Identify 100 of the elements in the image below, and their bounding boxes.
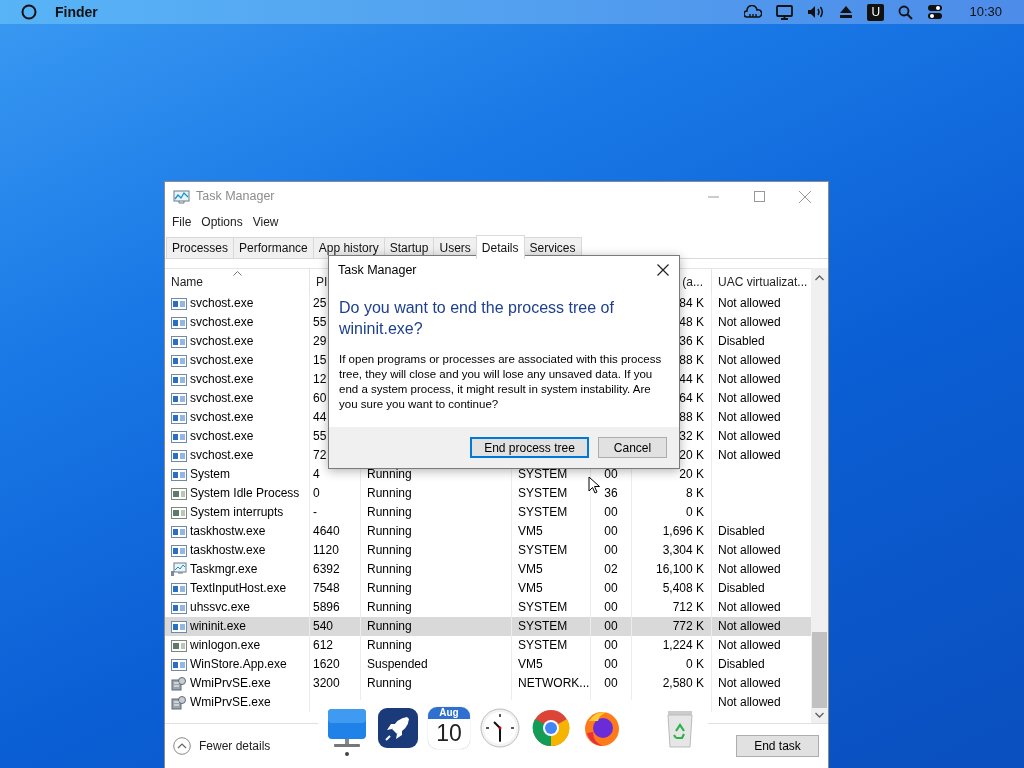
table-cell-text: Not allowed bbox=[717, 428, 782, 445]
process-name: svchost.exe bbox=[189, 447, 254, 464]
table-cell-text: 00 bbox=[603, 599, 619, 616]
table-cell-text: Not allowed bbox=[717, 295, 782, 312]
table-cell-text: 15 bbox=[312, 352, 328, 369]
process-name: svchost.exe bbox=[189, 409, 254, 426]
table-cell-text: SYSTEM bbox=[517, 504, 569, 521]
table-cell-text: 29 bbox=[312, 333, 328, 350]
table-cell-text: SYSTEM bbox=[517, 542, 569, 559]
table-cell-text: Not allowed bbox=[717, 675, 782, 692]
table-cell-text: 1,696 K bbox=[661, 523, 705, 540]
table-cell-text: - bbox=[312, 504, 318, 521]
process-name: System Idle Process bbox=[189, 485, 300, 502]
table-cell-text: Not allowed bbox=[717, 390, 782, 407]
table-cell-text: Not allowed bbox=[717, 371, 782, 388]
table-cell-text: Suspended bbox=[366, 656, 429, 673]
table-cell-text: 4640 bbox=[312, 523, 341, 540]
table-cell-text: Not allowed bbox=[717, 314, 782, 331]
table-cell-text: Disabled bbox=[717, 523, 766, 540]
process-name: System bbox=[189, 466, 230, 483]
table-cell-text: Running bbox=[366, 466, 413, 483]
table-cell-text: 00 bbox=[603, 675, 619, 692]
table-cell-text: 72 bbox=[312, 447, 328, 464]
table-cell-text: Running bbox=[366, 561, 413, 578]
table-cell-text: 12 bbox=[312, 371, 328, 388]
table-cell-text: 60 bbox=[312, 390, 328, 407]
table-cell-text: VM5 bbox=[517, 580, 544, 597]
process-name: WmiPrvSE.exe bbox=[189, 694, 271, 711]
table-cell-text: 44 K bbox=[678, 371, 705, 388]
process-name: uhssvc.exe bbox=[189, 599, 251, 616]
table-cell-text: Not allowed bbox=[717, 409, 782, 426]
table-cell-text: Running bbox=[366, 485, 413, 502]
table-cell-text: 00 bbox=[603, 523, 619, 540]
table-cell-text: Disabled bbox=[717, 333, 766, 350]
table-cell-text: 4 bbox=[312, 466, 321, 483]
table-cell-text: SYSTEM bbox=[517, 485, 569, 502]
table-cell-text: Not allowed bbox=[717, 542, 782, 559]
table-cell-text: 20 K bbox=[678, 447, 705, 464]
table-cell-text: 0 bbox=[312, 485, 321, 502]
process-name: TextInputHost.exe bbox=[189, 580, 287, 597]
table-cell-text: 25 bbox=[312, 295, 328, 312]
table-cell-text: 00 bbox=[603, 637, 619, 654]
table-cell-text: 32 K bbox=[678, 428, 705, 445]
table-cell-text: 88 K bbox=[678, 352, 705, 369]
table-cell-text: NETWORK... bbox=[517, 675, 590, 692]
table-cell-text: Running bbox=[366, 675, 413, 692]
table-cell-text: 64 K bbox=[678, 390, 705, 407]
table-cell-text: Running bbox=[366, 523, 413, 540]
table-cell-text: Disabled bbox=[717, 656, 766, 673]
table-cell-text: Running bbox=[366, 637, 413, 654]
table-cell-text: 00 bbox=[603, 580, 619, 597]
table-cell-text: Running bbox=[366, 504, 413, 521]
table-cell-text: 00 bbox=[603, 504, 619, 521]
table-cell-text: SYSTEM bbox=[517, 599, 569, 616]
process-name: System interrupts bbox=[189, 504, 284, 521]
process-name: svchost.exe bbox=[189, 333, 254, 350]
table-cell-text: 1,224 K bbox=[661, 637, 705, 654]
process-name: WmiPrvSE.exe bbox=[189, 675, 271, 692]
table-cell-text: Not allowed bbox=[717, 618, 782, 635]
table-cell-text: 02 bbox=[603, 561, 619, 578]
table-cell-text: 1620 bbox=[312, 656, 341, 673]
process-name: wininit.exe bbox=[189, 618, 247, 635]
table-cell-text: Disabled bbox=[717, 580, 766, 597]
table-cell-text: Running bbox=[366, 599, 413, 616]
table-cell-text: 84 K bbox=[678, 295, 705, 312]
table-cell-text: 44 bbox=[312, 409, 328, 426]
table-cell-text: 6392 bbox=[312, 561, 341, 578]
table-cell-text: 5896 bbox=[312, 599, 341, 616]
table-cell-text: Running bbox=[366, 542, 413, 559]
table-cell-text: Not allowed bbox=[717, 561, 782, 578]
table-cell-text: Not allowed bbox=[717, 447, 782, 464]
table-cell-text: 612 bbox=[312, 637, 335, 654]
process-name: svchost.exe bbox=[189, 390, 254, 407]
dialog-title: Task Manager bbox=[338, 261, 417, 279]
table-cell-text: 00 bbox=[603, 542, 619, 559]
calendar-month: Aug bbox=[428, 707, 470, 719]
table-cell-text: SYSTEM bbox=[517, 637, 569, 654]
table-cell-text: 48 K bbox=[678, 314, 705, 331]
table-cell-text: 16,100 K bbox=[654, 561, 705, 578]
process-name: Taskmgr.exe bbox=[189, 561, 258, 578]
process-name: svchost.exe bbox=[189, 295, 254, 312]
table-cell-text: 5,408 K bbox=[661, 580, 705, 597]
table-cell-text: VM5 bbox=[517, 656, 544, 673]
table-cell-text: VM5 bbox=[517, 561, 544, 578]
table-cell-text: 00 bbox=[603, 466, 619, 483]
table-cell-text: 20 K bbox=[678, 466, 705, 483]
table-cell-text: 3200 bbox=[312, 675, 341, 692]
table-cell-text: 712 K bbox=[671, 599, 705, 616]
process-name: WinStore.App.exe bbox=[189, 656, 287, 673]
process-name: svchost.exe bbox=[189, 371, 254, 388]
menubar-clock: 10:30 bbox=[969, 3, 1002, 22]
table-cell-text: Not allowed bbox=[717, 694, 782, 711]
table-cell-text: 1120 bbox=[312, 542, 340, 559]
table-cell-text: Running bbox=[366, 618, 413, 635]
table-cell-text: 55 bbox=[312, 314, 328, 331]
table-cell-text: 2,580 K bbox=[661, 675, 705, 692]
process-name: taskhostw.exe bbox=[189, 523, 266, 540]
table-cell-text: 8 K bbox=[685, 485, 705, 502]
table-cell-text: 540 bbox=[312, 618, 335, 635]
table-cell-text: 7548 bbox=[312, 580, 341, 597]
